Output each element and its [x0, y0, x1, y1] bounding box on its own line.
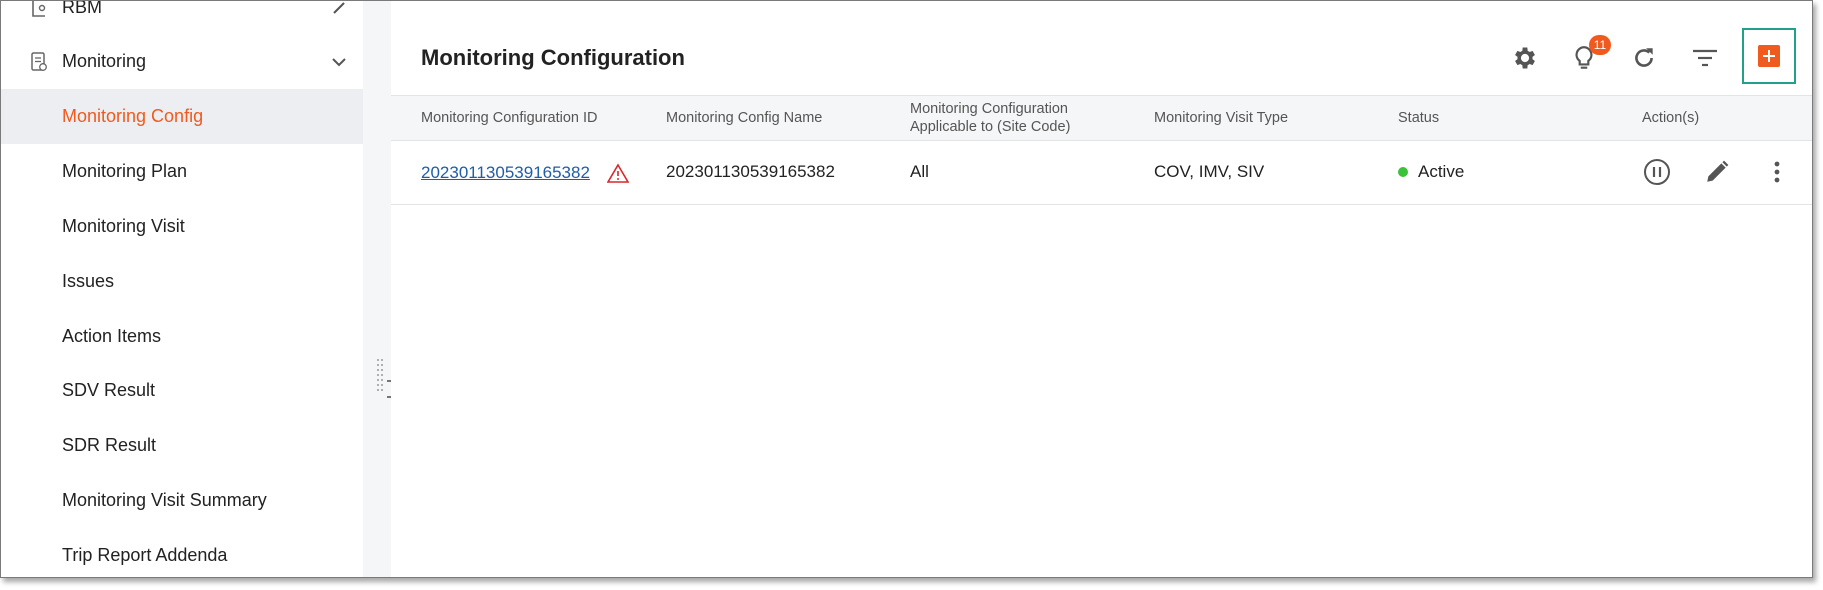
column-header-visit-type[interactable]: Monitoring Visit Type [1154, 96, 1288, 140]
monitoring-doc-icon [31, 51, 47, 71]
table-header: Monitoring Configuration ID Monitoring C… [391, 95, 1812, 141]
splitter-gutter [363, 1, 391, 577]
sidebar-item-trip-report-addenda[interactable]: Trip Report Addenda [1, 528, 363, 577]
sidebar-item-label: Monitoring [62, 51, 147, 71]
applicable-to-cell: All [910, 162, 929, 181]
resize-handle-icon[interactable] [376, 357, 384, 397]
chevron-down-icon[interactable] [329, 52, 349, 72]
column-header-name[interactable]: Monitoring Config Name [666, 96, 822, 140]
add-button-highlight [1742, 28, 1796, 84]
sidebar-item-label: Monitoring Visit Summary [62, 490, 267, 510]
pencil-icon [1707, 160, 1729, 182]
sidebar-item-label: SDV Result [62, 380, 156, 400]
sidebar-item-monitoring-plan[interactable]: Monitoring Plan [1, 144, 363, 199]
more-vertical-icon [1774, 161, 1780, 183]
edit-button[interactable] [1701, 156, 1733, 188]
more-actions-button[interactable] [1761, 156, 1793, 188]
sidebar-item-monitoring[interactable]: Monitoring [1, 34, 363, 89]
column-header-id[interactable]: Monitoring Configuration ID [421, 96, 598, 140]
sidebar-item-label: Trip Report Addenda [62, 545, 228, 565]
column-header-actions: Action(s) [1642, 110, 1700, 126]
sidebar: RBM Monitoring Monitoring Config Monitor… [1, 1, 363, 577]
edit-icon [333, 1, 345, 14]
settings-button[interactable] [1508, 41, 1542, 75]
add-button[interactable] [1758, 45, 1780, 67]
sidebar-item-label: Issues [62, 271, 115, 291]
warning-icon [607, 163, 629, 183]
sidebar-item-monitoring-visit[interactable]: Monitoring Visit [1, 199, 363, 254]
sidebar-item-label: Monitoring Config [62, 106, 204, 126]
sidebar-item-action-items[interactable]: Action Items [1, 309, 363, 364]
sidebar-item-label: Action Items [62, 326, 162, 346]
refresh-icon [1635, 48, 1653, 67]
table-row: 202301130539165382 202301130539165382 Al… [391, 141, 1812, 205]
sidebar-item-label: RBM [62, 0, 102, 17]
notification-badge: 11 [1589, 35, 1611, 55]
column-header-status[interactable]: Status [1398, 96, 1439, 140]
rbm-icon [32, 1, 46, 17]
filter-icon [1693, 49, 1717, 67]
status-cell: Active [1398, 141, 1464, 203]
sidebar-item-rbm[interactable]: RBM [1, 0, 363, 35]
visit-type-cell: COV, IMV, SIV [1154, 162, 1265, 181]
main-panel: Monitoring Configuration 11 Monitoring C… [391, 19, 1812, 577]
pause-button[interactable] [1641, 156, 1673, 188]
status-dot-icon [1398, 167, 1408, 177]
config-name-cell: 202301130539165382 [666, 162, 835, 181]
app-frame: RBM Monitoring Monitoring Config Monitor… [0, 0, 1813, 578]
sidebar-item-label: Monitoring Plan [62, 161, 188, 181]
sidebar-item-label: SDR Result [62, 435, 157, 455]
refresh-button[interactable] [1627, 41, 1661, 75]
filter-button[interactable] [1688, 41, 1722, 75]
status-text: Active [1418, 162, 1465, 181]
pause-icon [1644, 159, 1670, 185]
sidebar-item-label: Monitoring Visit [62, 216, 185, 236]
gear-icon [1515, 47, 1535, 69]
sidebar-item-monitoring-visit-summary[interactable]: Monitoring Visit Summary [1, 473, 363, 528]
config-id-link[interactable]: 202301130539165382 [421, 162, 603, 183]
page-header: Monitoring Configuration 11 [391, 19, 1812, 95]
sidebar-item-sdr-result[interactable]: SDR Result [1, 418, 363, 473]
config-id-cell: 202301130539165382 [421, 141, 603, 203]
sidebar-item-issues[interactable]: Issues [1, 254, 363, 309]
page-title: Monitoring Configuration [421, 45, 685, 70]
sidebar-item-monitoring-config[interactable]: Monitoring Config [1, 89, 363, 144]
notifications-button[interactable]: 11 [1567, 35, 1611, 75]
column-header-applicable-to[interactable]: Monitoring Configuration Applicable to (… [910, 96, 1100, 140]
sidebar-item-sdv-result[interactable]: SDV Result [1, 363, 363, 418]
